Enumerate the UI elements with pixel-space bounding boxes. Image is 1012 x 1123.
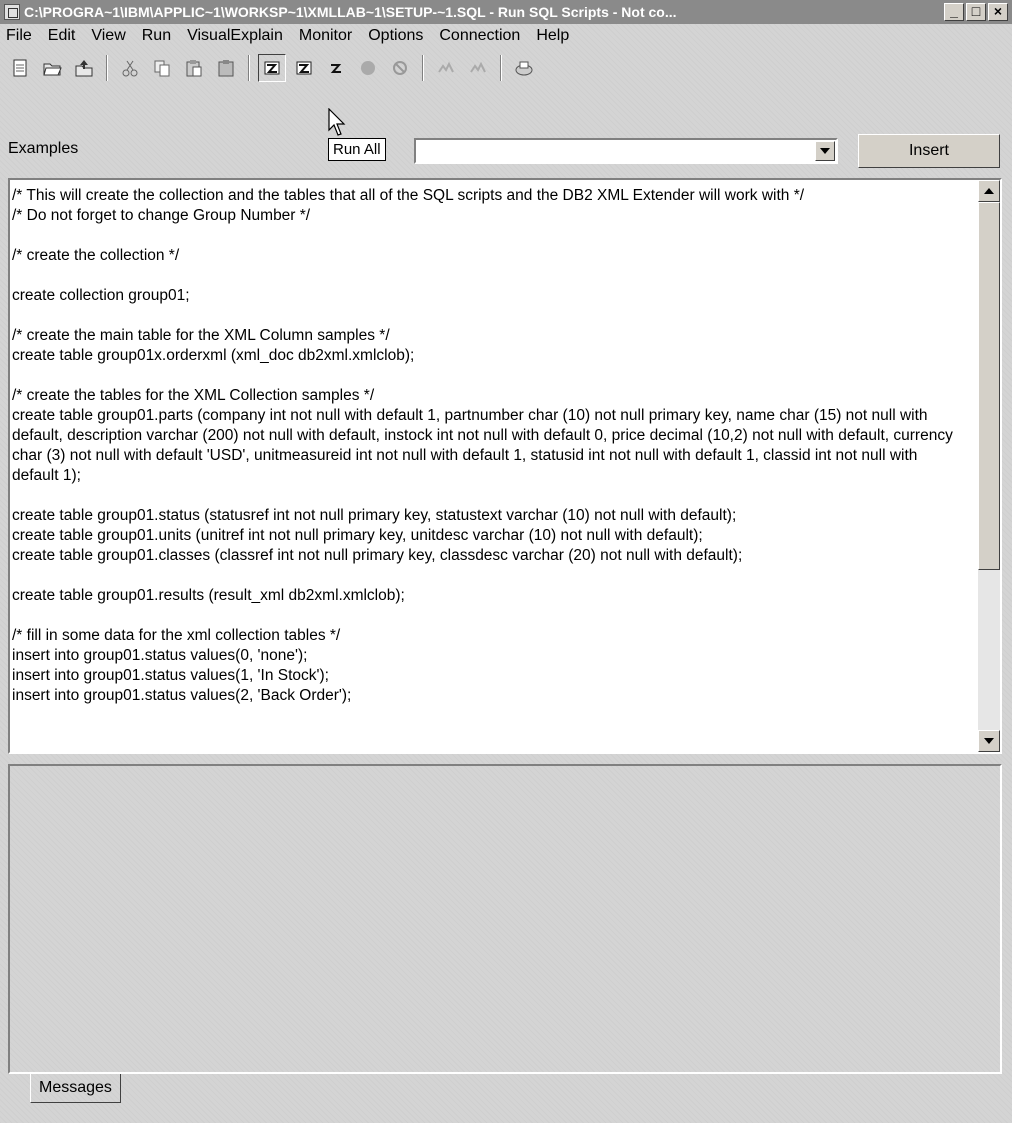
toolbar-separator <box>422 55 424 81</box>
run-all-tooltip: Run All <box>328 138 386 161</box>
chevron-down-icon[interactable] <box>815 141 835 161</box>
window-title: C:\PROGRA~1\IBM\APPLIC~1\WORKSP~1\XMLLAB… <box>24 4 677 20</box>
scroll-up-button[interactable] <box>978 180 1000 202</box>
open-icon[interactable] <box>38 54 66 82</box>
run-from-selected-icon[interactable] <box>290 54 318 82</box>
sql-editor[interactable]: /* This will create the collection and t… <box>8 178 1002 754</box>
insert-button[interactable]: Insert <box>858 134 1000 168</box>
print-icon[interactable] <box>510 54 538 82</box>
mouse-pointer-icon <box>328 108 346 136</box>
menu-bar: File Edit View Run VisualExplain Monitor… <box>0 24 1012 48</box>
close-button[interactable]: × <box>988 3 1008 21</box>
sql-script-text[interactable]: /* This will create the collection and t… <box>10 180 968 748</box>
scroll-thumb[interactable] <box>978 202 1000 570</box>
examples-label: Examples <box>8 140 79 157</box>
run-sql-scripts-window: C:\PROGRA~1\IBM\APPLIC~1\WORKSP~1\XMLLAB… <box>0 0 1012 1123</box>
examples-dropdown[interactable] <box>414 138 838 164</box>
run-all-icon[interactable] <box>258 54 286 82</box>
toolbar-separator <box>248 55 250 81</box>
paste-icon[interactable] <box>180 54 208 82</box>
pane-splitter[interactable] <box>8 756 1002 764</box>
editor-scrollbar[interactable] <box>978 180 1000 752</box>
cancel-icon[interactable] <box>386 54 414 82</box>
toolbar-separator <box>106 55 108 81</box>
menu-view[interactable]: View <box>83 27 133 45</box>
tab-messages[interactable]: Messages <box>30 1074 121 1103</box>
title-bar[interactable]: C:\PROGRA~1\IBM\APPLIC~1\WORKSP~1\XMLLAB… <box>0 0 1012 24</box>
menu-file[interactable]: File <box>0 27 40 45</box>
minimize-button[interactable]: _ <box>944 3 964 21</box>
menu-run[interactable]: Run <box>134 27 179 45</box>
menu-edit[interactable]: Edit <box>40 27 84 45</box>
save-icon[interactable] <box>70 54 98 82</box>
menu-options[interactable]: Options <box>360 27 431 45</box>
stop-icon[interactable] <box>354 54 382 82</box>
scroll-down-button[interactable] <box>978 730 1000 752</box>
menu-help[interactable]: Help <box>528 27 577 45</box>
run-and-explain-icon[interactable] <box>464 54 492 82</box>
toolbar <box>6 52 542 84</box>
run-selected-icon[interactable] <box>322 54 350 82</box>
paste-special-icon[interactable] <box>212 54 240 82</box>
messages-pane <box>8 764 1002 1074</box>
explain-icon[interactable] <box>432 54 460 82</box>
menu-monitor[interactable]: Monitor <box>291 27 360 45</box>
maximize-button[interactable]: □ <box>966 3 986 21</box>
window-controls: _ □ × <box>944 3 1008 21</box>
new-icon[interactable] <box>6 54 34 82</box>
cut-icon[interactable] <box>116 54 144 82</box>
menu-visualexplain[interactable]: VisualExplain <box>179 27 291 45</box>
app-icon[interactable] <box>4 4 20 20</box>
menu-connection[interactable]: Connection <box>431 27 528 45</box>
toolbar-separator <box>500 55 502 81</box>
copy-icon[interactable] <box>148 54 176 82</box>
